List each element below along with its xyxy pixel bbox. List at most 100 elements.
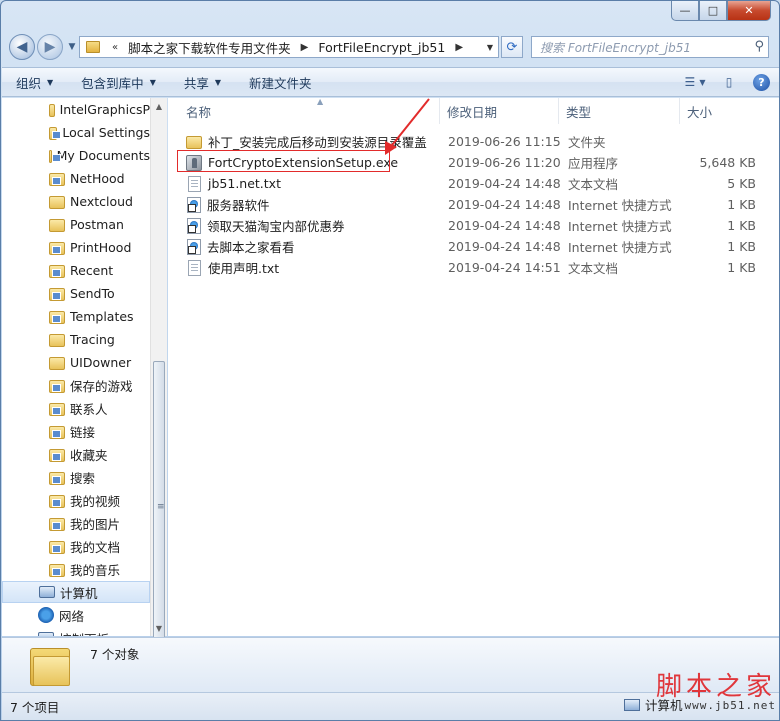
nav-item-label: NetHood xyxy=(70,170,125,186)
forward-button[interactable]: ▶ xyxy=(37,34,63,60)
folder-icon xyxy=(49,103,55,117)
folder-icon xyxy=(186,135,202,149)
nav-item[interactable]: 控制面板 xyxy=(2,627,150,636)
file-size: 1 KB xyxy=(727,218,756,233)
nav-item[interactable]: My Documents xyxy=(2,144,150,166)
address-dropdown-icon[interactable]: ▼ xyxy=(482,37,498,57)
nav-item[interactable]: 收藏夹 xyxy=(2,443,150,465)
nav-item[interactable]: Recent xyxy=(2,259,150,281)
watermark: 脚本之家 www.jb51.net xyxy=(656,673,776,712)
nav-item-label: 计算机 xyxy=(60,585,98,601)
navigation-buttons: ◀ ▶ ▼ xyxy=(9,34,79,60)
file-size: 5 KB xyxy=(727,176,756,191)
scroll-down-icon[interactable]: ▼ xyxy=(151,620,167,636)
file-row[interactable]: 领取天猫淘宝内部优惠券 2019-04-24 14:48 Internet 快捷方式… xyxy=(178,215,756,236)
network-icon xyxy=(38,607,54,623)
file-row[interactable]: 去脚本之家看看 2019-04-24 14:48 Internet 快捷方式 1 KB xyxy=(178,236,756,257)
nav-item[interactable]: 链接 xyxy=(2,420,150,442)
back-button[interactable]: ◀ xyxy=(9,34,35,60)
nav-item[interactable]: Tracing xyxy=(2,328,150,350)
breadcrumb-separator-icon[interactable]: ▶ xyxy=(449,42,469,53)
nav-item-label: IntelGraphicsP xyxy=(59,101,150,117)
minimize-button[interactable]: — xyxy=(671,1,699,21)
text-file-icon xyxy=(188,175,201,192)
search-input[interactable]: 搜索 FortFileEncrypt_jb51 ⚲ xyxy=(531,36,769,58)
nav-item[interactable]: IntelGraphicsP xyxy=(2,98,150,120)
nav-item[interactable]: SendTo xyxy=(2,282,150,304)
nav-item[interactable]: 计算机 xyxy=(2,581,150,603)
nav-item[interactable]: 我的视频 xyxy=(2,489,150,511)
nav-item[interactable]: UIDowner xyxy=(2,351,150,373)
navigation-scrollbar[interactable]: ▲ ≡ ▼ xyxy=(150,98,167,651)
nav-item[interactable]: 保存的游戏 xyxy=(2,374,150,396)
computer-icon xyxy=(39,586,55,598)
column-header-modified[interactable]: 修改日期 xyxy=(441,98,559,124)
file-modified: 2019-04-24 14:48 xyxy=(448,239,561,254)
file-name-cell: 服务器软件 xyxy=(186,194,270,215)
file-row[interactable]: jb51.net.txt 2019-04-24 14:48 文本文档 5 KB xyxy=(178,173,756,194)
file-name: jb51.net.txt xyxy=(208,176,281,191)
search-icon[interactable]: ⚲ xyxy=(754,39,764,54)
nav-item[interactable]: NetHood xyxy=(2,167,150,189)
column-header-size[interactable]: 大小 xyxy=(681,98,771,124)
internet-shortcut-icon xyxy=(187,196,201,213)
column-header-name[interactable]: 名称 ▲ xyxy=(178,97,440,124)
file-row[interactable]: 使用声明.txt 2019-04-24 14:51 文本文档 1 KB xyxy=(178,257,756,278)
organize-menu[interactable]: 组织 ▼ xyxy=(2,73,67,92)
nav-item[interactable]: 我的文档 xyxy=(2,535,150,557)
nav-item-label: 联系人 xyxy=(70,401,108,417)
nav-item[interactable]: Postman xyxy=(2,213,150,235)
folder-icon xyxy=(86,41,100,53)
maximize-button[interactable]: □ xyxy=(699,1,727,21)
nav-item-label: 收藏夹 xyxy=(70,447,108,463)
nav-item-label: 保存的游戏 xyxy=(70,378,133,394)
nav-item[interactable]: Local Settings xyxy=(2,121,150,143)
help-icon[interactable]: ? xyxy=(753,73,770,91)
scrollbar-thumb[interactable]: ≡ xyxy=(153,361,165,651)
nav-item-label: 我的文档 xyxy=(70,539,121,555)
recent-pages-dropdown[interactable]: ▼ xyxy=(65,40,79,54)
special-folder-icon xyxy=(49,471,65,485)
file-size: 1 KB xyxy=(727,197,756,212)
nav-item-label: 搜索 xyxy=(70,470,96,486)
nav-item[interactable]: 联系人 xyxy=(2,397,150,419)
shortcut-folder-icon xyxy=(49,287,65,301)
close-button[interactable]: ✕ xyxy=(727,1,771,21)
nav-item[interactable]: Nextcloud xyxy=(2,190,150,212)
file-name: 去脚本之家看看 xyxy=(207,240,295,255)
file-type: 应用程序 xyxy=(568,156,619,171)
scroll-up-icon[interactable]: ▲ xyxy=(151,98,167,114)
file-modified: 2019-04-24 14:48 xyxy=(448,197,561,212)
file-type: Internet 快捷方式 xyxy=(568,198,672,213)
shortcut-folder-icon xyxy=(49,172,65,186)
column-header-type[interactable]: 类型 xyxy=(560,98,680,124)
nav-item[interactable]: PrintHood xyxy=(2,236,150,258)
file-row[interactable]: 服务器软件 2019-04-24 14:48 Internet 快捷方式 1 KB xyxy=(178,194,756,215)
new-folder-button[interactable]: 新建文件夹 xyxy=(235,73,326,92)
file-modified: 2019-06-26 11:20 xyxy=(448,155,561,170)
file-row[interactable]: 补丁_安装完成后移动到安装源目录覆盖 2019-06-26 11:15 文件夹 xyxy=(178,131,756,152)
file-type: Internet 快捷方式 xyxy=(568,219,672,234)
nav-item[interactable]: 网络 xyxy=(2,604,150,626)
nav-item-label: UIDowner xyxy=(70,354,132,370)
share-menu[interactable]: 共享 ▼ xyxy=(170,73,235,92)
nav-item[interactable]: 搜索 xyxy=(2,466,150,488)
nav-item-label: 网络 xyxy=(59,608,85,624)
breadcrumb-segment[interactable]: FortFileEncrypt_jb51 xyxy=(314,40,449,55)
explorer-window: — □ ✕ ◀ ▶ ▼ « 脚本之家下载软件专用文件夹 ▶ FortFileEn… xyxy=(0,0,780,721)
nav-item[interactable]: 我的音乐 xyxy=(2,558,150,580)
file-name-cell: 领取天猫淘宝内部优惠券 xyxy=(186,215,345,236)
address-bar[interactable]: « 脚本之家下载软件专用文件夹 ▶ FortFileEncrypt_jb51 ▶… xyxy=(79,36,499,58)
preview-pane-icon[interactable]: ▯ xyxy=(719,72,739,92)
breadcrumb-segment[interactable]: 脚本之家下载软件专用文件夹 xyxy=(124,38,295,57)
breadcrumb-separator-icon[interactable]: ▶ xyxy=(295,42,315,53)
address-overflow[interactable]: « xyxy=(106,42,124,53)
refresh-button[interactable]: ⟳ xyxy=(501,36,523,58)
view-options-icon[interactable]: ☰ ▼ xyxy=(685,72,706,92)
nav-item[interactable]: Templates xyxy=(2,305,150,327)
file-modified: 2019-04-24 14:51 xyxy=(448,260,561,275)
include-label: 包含到库中 xyxy=(81,75,144,91)
include-in-library-menu[interactable]: 包含到库中 ▼ xyxy=(67,73,170,92)
nav-item[interactable]: 我的图片 xyxy=(2,512,150,534)
nav-item-label: Local Settings xyxy=(62,124,150,140)
